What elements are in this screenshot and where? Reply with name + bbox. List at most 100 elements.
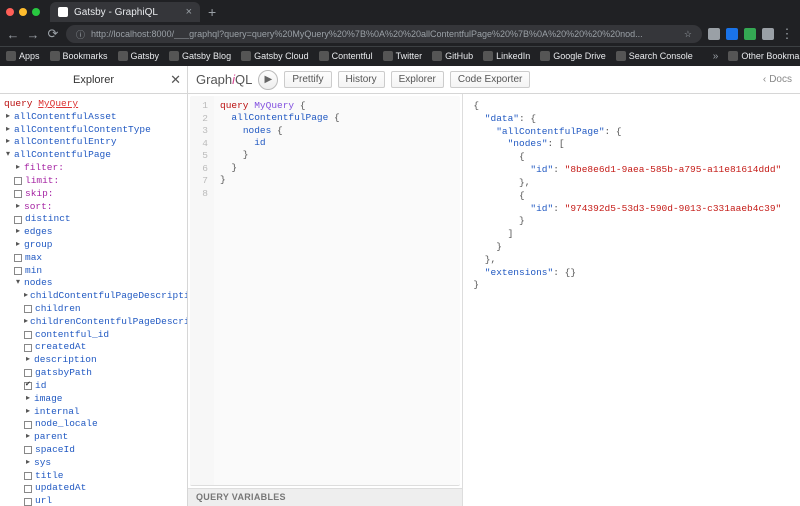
extension-icon[interactable] (744, 28, 756, 40)
tree-arg[interactable]: skip: (4, 188, 183, 201)
checkbox-icon[interactable] (14, 177, 22, 185)
chevron-right-icon: ▸ (24, 407, 32, 418)
chevron-right-icon: ▸ (14, 202, 22, 213)
bookmark-item[interactable]: Gatsby Blog (169, 51, 231, 61)
query-editor[interactable]: 12345678 query MyQuery { allContentfulPa… (190, 96, 460, 486)
tree-field[interactable]: ▸sys (4, 457, 183, 470)
line-gutter: 12345678 (190, 96, 214, 485)
minimize-window-icon[interactable] (19, 8, 27, 16)
tab-bar: Gatsby - GraphiQL × + (0, 0, 800, 22)
bookmarks-overflow-icon[interactable]: » (713, 51, 719, 62)
query-variables-header[interactable]: QUERY VARIABLES (188, 488, 462, 506)
bookmarks-bar: Apps Bookmarks Gatsby Gatsby Blog Gatsby… (0, 46, 800, 66)
extension-icon[interactable] (762, 28, 774, 40)
site-info-icon[interactable]: ⓘ (76, 28, 85, 41)
bookmark-item[interactable]: GitHub (432, 51, 473, 61)
docs-toggle[interactable]: Docs (763, 74, 792, 85)
tree-field[interactable]: ▸description (4, 354, 183, 367)
tree-field[interactable]: distinct (4, 213, 183, 226)
result-viewer[interactable]: { "data": { "allContentfulPage": { "node… (463, 94, 800, 506)
tree-item-expanded[interactable]: ▾allContentfulPage (4, 149, 183, 162)
bookmark-item[interactable]: Twitter (383, 51, 423, 61)
tree-field[interactable]: ▸image (4, 393, 183, 406)
tree-field[interactable]: ▸childContentfulPageDescriptionTextNode (4, 290, 183, 303)
reload-button[interactable]: ⟳ (46, 26, 60, 42)
checkbox-icon[interactable] (24, 305, 32, 313)
bookmark-item[interactable]: Gatsby (118, 51, 160, 61)
checkbox-icon[interactable] (24, 446, 32, 454)
bookmark-item[interactable]: Google Drive (540, 51, 606, 61)
site-icon (483, 51, 493, 61)
checkbox-icon[interactable] (24, 485, 32, 493)
tree-field[interactable]: max (4, 252, 183, 265)
execute-query-button[interactable]: ▶ (258, 70, 278, 90)
close-window-icon[interactable] (6, 8, 14, 16)
tree-item[interactable]: ▸allContentfulAsset (4, 111, 183, 124)
checkbox-icon[interactable] (24, 344, 32, 352)
tree-field[interactable]: gatsbyPath (4, 367, 183, 380)
query-code[interactable]: query MyQuery { allContentfulPage { node… (214, 96, 346, 485)
address-bar[interactable]: ⓘ http://localhost:8000/___graphql?query… (66, 25, 702, 43)
checkbox-icon[interactable] (14, 254, 22, 262)
tree-field[interactable]: ▸internal (4, 406, 183, 419)
bookmark-item[interactable]: Search Console (616, 51, 693, 61)
site-icon (432, 51, 442, 61)
apps-icon (6, 51, 16, 61)
tree-field[interactable]: children (4, 303, 183, 316)
tree-field[interactable]: ▸childrenContentfulPageDescriptionTextNo… (4, 316, 183, 329)
checkbox-icon[interactable] (14, 216, 22, 224)
maximize-window-icon[interactable] (32, 8, 40, 16)
star-icon[interactable]: ☆ (684, 29, 692, 40)
checkbox-icon[interactable] (24, 498, 32, 506)
other-bookmarks[interactable]: Other Bookmarks (728, 51, 800, 61)
bookmark-item[interactable]: Bookmarks (50, 51, 108, 61)
extension-icon[interactable] (708, 28, 720, 40)
tree-arg[interactable]: limit: (4, 175, 183, 188)
tab-close-icon[interactable]: × (186, 6, 192, 18)
tree-field[interactable]: ▸edges (4, 226, 183, 239)
checkbox-checked-icon[interactable] (24, 382, 32, 390)
bookmark-item[interactable]: LinkedIn (483, 51, 530, 61)
checkbox-icon[interactable] (24, 421, 32, 429)
explorer-close-icon[interactable]: ✕ (170, 72, 181, 88)
forward-button[interactable]: → (26, 27, 40, 42)
tree-item[interactable]: ▸allContentfulEntry (4, 136, 183, 149)
extension-icon[interactable] (726, 28, 738, 40)
code-exporter-button[interactable]: Code Exporter (450, 71, 530, 88)
tree-field[interactable]: url (4, 495, 183, 506)
tree-item[interactable]: ▸allContentfulContentType (4, 124, 183, 137)
url-text: http://localhost:8000/___graphql?query=q… (91, 29, 678, 39)
tree-field[interactable]: node_locale (4, 418, 183, 431)
tree-field[interactable]: contentful_id (4, 329, 183, 342)
tree-field[interactable]: ▸group (4, 239, 183, 252)
bookmark-item[interactable]: Gatsby Cloud (241, 51, 309, 61)
tree-field[interactable]: title (4, 470, 183, 483)
tree-field[interactable]: id (4, 380, 183, 393)
tree-field[interactable]: updatedAt (4, 482, 183, 495)
checkbox-icon[interactable] (24, 472, 32, 480)
bookmarks-apps[interactable]: Apps (6, 51, 40, 61)
browser-tab[interactable]: Gatsby - GraphiQL × (50, 2, 200, 22)
tree-item-expanded[interactable]: ▾nodes (4, 277, 183, 290)
checkbox-icon[interactable] (14, 267, 22, 275)
toolbar: GraphiQL ▶ Prettify History Explorer Cod… (188, 66, 800, 94)
explorer-tree[interactable]: query MyQuery ▸allContentfulAsset ▸allCo… (0, 94, 187, 506)
profile-icon[interactable]: ⋮ (780, 26, 794, 42)
explorer-button[interactable]: Explorer (391, 71, 444, 88)
new-tab-button[interactable]: + (200, 5, 224, 19)
tree-arg[interactable]: ▸sort: (4, 201, 183, 214)
tree-field[interactable]: ▸parent (4, 431, 183, 444)
tree-arg[interactable]: ▸filter: (4, 162, 183, 175)
tree-field[interactable]: min (4, 265, 183, 278)
bookmark-item[interactable]: Contentful (319, 51, 373, 61)
checkbox-icon[interactable] (24, 369, 32, 377)
tree-field[interactable]: createdAt (4, 341, 183, 354)
back-button[interactable]: ← (6, 27, 20, 42)
checkbox-icon[interactable] (24, 331, 32, 339)
tree-field[interactable]: spaceId (4, 444, 183, 457)
query-name-row[interactable]: query MyQuery (4, 98, 183, 111)
chevron-right-icon: ▸ (4, 112, 12, 123)
history-button[interactable]: History (338, 71, 385, 88)
prettify-button[interactable]: Prettify (284, 71, 331, 88)
checkbox-icon[interactable] (14, 190, 22, 198)
